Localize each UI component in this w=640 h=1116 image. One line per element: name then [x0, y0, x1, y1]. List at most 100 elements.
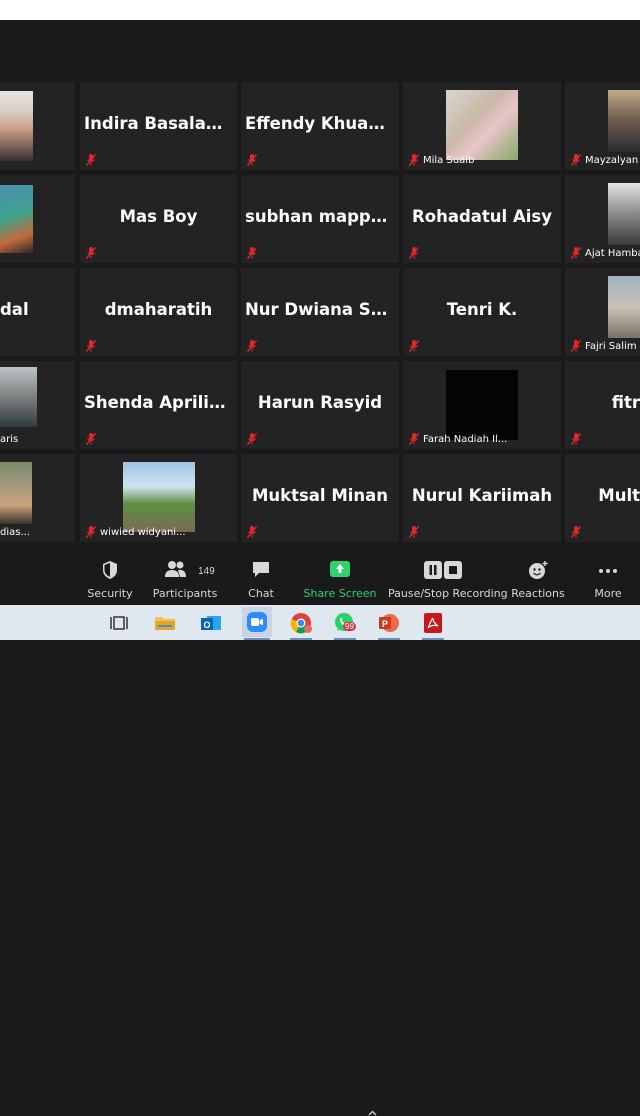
- meeting-header: [0, 20, 640, 82]
- participant-name: dias...: [0, 527, 30, 538]
- pdf-reader-icon[interactable]: [420, 610, 446, 636]
- muted-mic-icon: [409, 433, 419, 445]
- muted-mic-icon: [571, 154, 581, 166]
- participants-button[interactable]: 149 Participants: [152, 542, 218, 605]
- windows-taskbar: O 99 P: [0, 605, 640, 640]
- muted-mic-icon: [571, 340, 581, 352]
- participant-name: Tenri K.: [446, 300, 518, 320]
- muted-mic-icon: [247, 433, 257, 445]
- participant-name: Fajri Salim: [585, 341, 637, 352]
- share-screen-button[interactable]: Share Screen: [302, 542, 378, 605]
- participant-tile[interactable]: Rohadatul Aisy: [403, 175, 561, 263]
- participant-tile[interactable]: Farah Nadiah Il...: [403, 361, 561, 449]
- participant-video: [446, 90, 518, 160]
- participant-tile[interactable]: [0, 175, 75, 263]
- task-view-icon[interactable]: [106, 610, 132, 636]
- participant-name: wiwied widyani...: [100, 527, 186, 538]
- participant-name: Ajat Hamba: [585, 248, 640, 259]
- muted-mic-icon: [86, 433, 96, 445]
- participant-tile[interactable]: Indira Basalamah: [80, 82, 237, 170]
- muted-mic-icon: [86, 247, 96, 259]
- share-screen-icon: [330, 561, 350, 577]
- powerpoint-icon[interactable]: P: [376, 610, 402, 636]
- svg-text:P: P: [382, 619, 388, 629]
- participant-video: [0, 462, 32, 524]
- participant-tile[interactable]: dmaharatih: [80, 268, 237, 356]
- participant-name: fitr: [611, 393, 640, 413]
- participant-tile[interactable]: Nur Dwiana Sar...: [241, 268, 399, 356]
- participant-tile[interactable]: Mila Suaib: [403, 82, 561, 170]
- outlook-icon[interactable]: O: [198, 610, 224, 636]
- participant-video: [608, 183, 640, 245]
- participant-name: Harun Rasyid: [257, 393, 383, 413]
- whatsapp-badge: 99: [343, 622, 356, 631]
- file-explorer-icon[interactable]: [152, 610, 178, 636]
- participant-tile[interactable]: Ajat Hamba: [565, 175, 640, 263]
- participant-name: Nurul Kariimah: [411, 486, 553, 506]
- participant-tile[interactable]: Muktsal Minan: [241, 454, 399, 542]
- participants-count: 149: [198, 566, 215, 577]
- pause-stop-icon: [424, 561, 462, 579]
- participants-icon: [164, 561, 186, 577]
- muted-mic-icon: [247, 247, 257, 259]
- muted-mic-icon: [247, 154, 257, 166]
- participant-tile[interactable]: Mas Boy: [80, 175, 237, 263]
- participant-video: [0, 91, 33, 161]
- participant-tile[interactable]: Mult: [565, 454, 640, 542]
- window-top-strip: [0, 0, 640, 20]
- chat-button[interactable]: Chat: [232, 542, 290, 605]
- participant-tile[interactable]: aris: [0, 361, 75, 449]
- participant-name: dal: [0, 300, 29, 320]
- participant-tile[interactable]: fitr: [565, 361, 640, 449]
- meeting-toolbar: Security 149 Participants Chat Share Scr…: [0, 542, 640, 1116]
- participant-tile[interactable]: Harun Rasyid: [241, 361, 399, 449]
- muted-mic-icon: [247, 340, 257, 352]
- participant-tile[interactable]: Effendy Khuandy: [241, 82, 399, 170]
- muted-mic-icon: [571, 433, 581, 445]
- participant-video: [446, 370, 518, 440]
- chrome-icon[interactable]: [288, 610, 314, 636]
- muted-mic-icon: [409, 526, 419, 538]
- reactions-icon: [529, 561, 548, 579]
- reactions-button[interactable]: Reactions: [508, 542, 568, 605]
- participant-tile[interactable]: Fajri Salim: [565, 268, 640, 356]
- zoom-icon[interactable]: [242, 607, 272, 637]
- participant-tile[interactable]: wiwied widyani...: [80, 454, 237, 542]
- shield-icon: [103, 561, 117, 579]
- participant-tile[interactable]: Tenri K.: [403, 268, 561, 356]
- security-button[interactable]: Security: [80, 542, 140, 605]
- muted-mic-icon: [409, 340, 419, 352]
- participant-name: Rohadatul Aisy: [412, 207, 552, 227]
- participant-name: aris: [0, 434, 19, 445]
- muted-mic-icon: [571, 247, 581, 259]
- whatsapp-icon[interactable]: 99: [332, 610, 358, 636]
- more-button[interactable]: More: [582, 542, 634, 605]
- muted-mic-icon: [86, 526, 96, 538]
- participant-tile[interactable]: subhan mappat...: [241, 175, 399, 263]
- participant-name: Farah Nadiah Il...: [423, 434, 508, 445]
- participant-tile[interactable]: dias...: [0, 454, 75, 542]
- recording-button[interactable]: Pause/Stop Recording: [388, 542, 508, 605]
- participant-name: subhan mappat...: [245, 207, 399, 227]
- muted-mic-icon: [247, 526, 257, 538]
- participant-tile[interactable]: Shenda Aprilia...: [80, 361, 237, 449]
- muted-mic-icon: [86, 154, 96, 166]
- participant-name: dmaharatih: [104, 300, 213, 320]
- participant-tile[interactable]: dal: [0, 268, 75, 356]
- participant-name: Nur Dwiana Sar...: [245, 300, 399, 320]
- participant-name: Shenda Aprilia...: [84, 393, 237, 413]
- participant-name: Mila Suaib: [423, 155, 475, 166]
- chevron-up-icon[interactable]: [368, 1110, 377, 1116]
- participant-name: Indira Basalamah: [84, 114, 237, 134]
- muted-mic-icon: [86, 340, 96, 352]
- muted-mic-icon: [409, 247, 419, 259]
- participant-tile[interactable]: Nurul Kariimah: [403, 454, 561, 542]
- participant-tile[interactable]: [0, 82, 75, 170]
- participant-name: Effendy Khuandy: [245, 114, 399, 134]
- muted-mic-icon: [571, 526, 581, 538]
- participant-tile[interactable]: Mayzalyan: [565, 82, 640, 170]
- participant-video: [608, 90, 640, 152]
- participant-name: Mayzalyan: [585, 155, 639, 166]
- participant-video: [0, 185, 33, 253]
- participant-video: [608, 276, 640, 338]
